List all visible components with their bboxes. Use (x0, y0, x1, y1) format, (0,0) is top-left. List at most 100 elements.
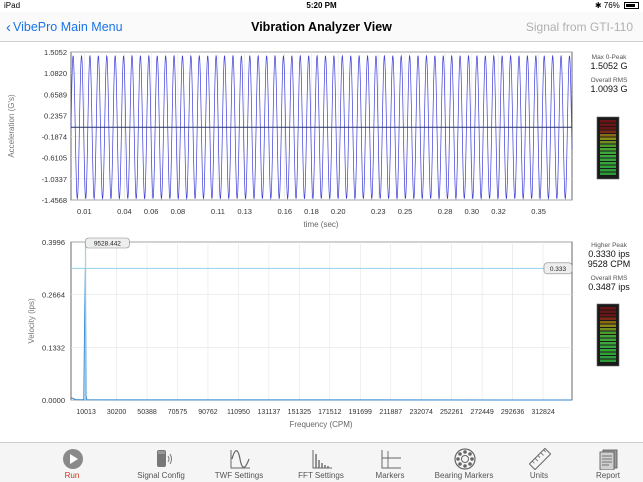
tab-label: TWF Settings (214, 471, 264, 480)
tab-label: Units (529, 471, 549, 480)
twf-x-tick-label: 0.35 (531, 207, 546, 216)
fft-x-tick-label: 131137 (257, 409, 280, 416)
twf-x-tick-label: 0.04 (117, 207, 132, 216)
level-meter-segment (600, 172, 616, 175)
fft-peak-tag-label: 9528.442 (94, 241, 121, 248)
fft-y-tick-label: 0.0000 (42, 396, 65, 405)
tab-label: FFT Settings (298, 471, 344, 480)
fft-x-tick-label: 191699 (349, 409, 372, 416)
fft-chart[interactable]: 0.3996 0.2664 0.1332 0.0000 10013 30200 50388… (27, 237, 573, 429)
fft-x-tick-label: 70575 (168, 409, 188, 416)
tab-fft-settings[interactable]: FFT Settings (286, 443, 356, 482)
twf-y-tick-label: 0.6589 (44, 90, 67, 99)
fft-x-tick-label: 211887 (379, 409, 402, 416)
sensor-icon (157, 450, 172, 467)
twf-y-ticks: 1.5052 1.0820 0.6589 0.2357 -0.1874 -0.6105 -1… (42, 48, 67, 205)
battery-indicator: ✱ 76% (595, 1, 639, 10)
level-meter-segment (600, 148, 616, 151)
fft-x-tick-label: 30200 (107, 409, 127, 416)
tab-signal-config[interactable]: Signal Config (126, 443, 196, 482)
fft-peak-ips: 0.3330 ips (588, 249, 630, 259)
tab-label: Report (595, 471, 620, 480)
twf-y-tick-label: 1.5052 (44, 48, 67, 57)
fft-level-meter (596, 303, 620, 367)
run-icon (63, 449, 83, 469)
level-meter-segment (600, 331, 616, 334)
twf-stats-panel: Max 0-Peak 1.5052 G Overall RMS 1.0093 G (578, 54, 640, 100)
level-meter-segment (600, 342, 616, 345)
markers-icon (381, 450, 401, 469)
level-meter-segment (600, 130, 616, 133)
waveform-icon (230, 450, 250, 469)
level-meter-segment (600, 155, 616, 158)
tab-units[interactable]: Units (504, 443, 574, 482)
fft-x-tick-label: 272449 (470, 409, 493, 416)
fft-peak-label: Higher Peak (591, 242, 627, 249)
twf-x-axis-label: time (sec) (303, 220, 338, 229)
fft-x-tick-label: 171512 (318, 409, 341, 416)
fft-plot-frame (70, 241, 573, 401)
chart-area: 1.5052 1.0820 0.6589 0.2357 -0.1874 -0.6105 -1… (0, 42, 643, 442)
twf-peak-value: 1.5052 G (590, 61, 628, 71)
level-meter-segment (600, 162, 616, 165)
level-meter-segment (600, 324, 616, 327)
level-meter-segment (600, 134, 616, 137)
twf-y-tick-label: -0.6105 (42, 154, 67, 163)
tab-label: Markers (375, 471, 405, 480)
tab-label: Signal Config (137, 471, 185, 480)
level-meter-segment (600, 356, 616, 359)
charts-canvas: 1.5052 1.0820 0.6589 0.2357 -0.1874 -0.6105 -1… (7, 48, 620, 429)
twf-rms-label: Overall RMS (590, 77, 628, 84)
fft-level-marker-tag[interactable]: 0.333 (543, 262, 573, 275)
fft-x-tick-label: 232074 (410, 409, 433, 416)
signal-source: Signal from GTI-110 (525, 20, 633, 34)
level-meter-segment (600, 151, 616, 154)
level-meter-segment (600, 321, 616, 324)
report-icon (599, 449, 618, 470)
twf-chart[interactable]: 1.5052 1.0820 0.6589 0.2357 -0.1874 -0.6105 -1… (7, 48, 573, 229)
tab-label: Bearing Markers (434, 471, 494, 480)
level-meter-segment (600, 120, 616, 123)
level-meter-segment (600, 158, 616, 161)
level-meter-segment (600, 123, 616, 126)
fft-x-tick-label: 312824 (531, 409, 554, 416)
twf-x-tick-label: 0.06 (144, 207, 159, 216)
tab-twf-settings[interactable]: TWF Settings (204, 443, 274, 482)
level-meter-segment (600, 310, 616, 313)
fft-y-tick-label: 0.2664 (42, 291, 65, 300)
level-meter-segment (600, 345, 616, 348)
navigation-bar: ‹ VibePro Main Menu Vibration Analyzer Vi… (0, 12, 643, 42)
bottom-toolbar: Run Signal Config TWF Settings FFT Setti… (0, 442, 643, 482)
twf-x-tick-label: 0.20 (331, 207, 346, 216)
level-meter-segment (600, 335, 616, 338)
tab-run[interactable]: Run (37, 443, 107, 482)
status-time: 5:20 PM (306, 1, 337, 10)
fft-x-tick-label: 110950 (227, 409, 250, 416)
level-meter-segment (600, 317, 616, 320)
twf-y-tick-label: -0.1874 (42, 133, 67, 142)
fft-y-axis-label: Velocity (ips) (27, 298, 36, 344)
tab-label: Run (64, 471, 80, 480)
fft-x-tick-label: 151325 (288, 409, 311, 416)
twf-x-tick-label: 0.25 (398, 207, 413, 216)
battery-icon (624, 2, 639, 9)
fft-rms-label: Overall RMS (590, 275, 628, 282)
tab-bearing-markers[interactable]: Bearing Markers (429, 443, 499, 482)
fft-y-ticks: 0.3996 0.2664 0.1332 0.0000 (42, 238, 65, 405)
fft-peak-cpm: 9528 CPM (587, 259, 631, 269)
fft-peak-marker-tag[interactable]: 9528.442 (85, 237, 130, 249)
spectrum-icon (312, 450, 332, 469)
tab-report[interactable]: Report (573, 443, 643, 482)
level-meter-segment (600, 141, 616, 144)
twf-y-tick-label: 1.0820 (44, 69, 67, 78)
twf-x-tick-label: 0.16 (277, 207, 292, 216)
level-meter-segment (600, 165, 616, 168)
level-meter-segment (600, 144, 616, 147)
twf-y-tick-label: -1.4568 (42, 196, 67, 205)
level-meter-segment (600, 338, 616, 341)
battery-percent: 76% (603, 1, 620, 10)
fft-stats-panel: Higher Peak 0.3330 ips 9528 CPM Overall … (578, 242, 640, 298)
fft-x-tick-label: 50388 (137, 409, 157, 416)
tab-markers[interactable]: Markers (355, 443, 425, 482)
level-meter-segment (600, 137, 616, 140)
